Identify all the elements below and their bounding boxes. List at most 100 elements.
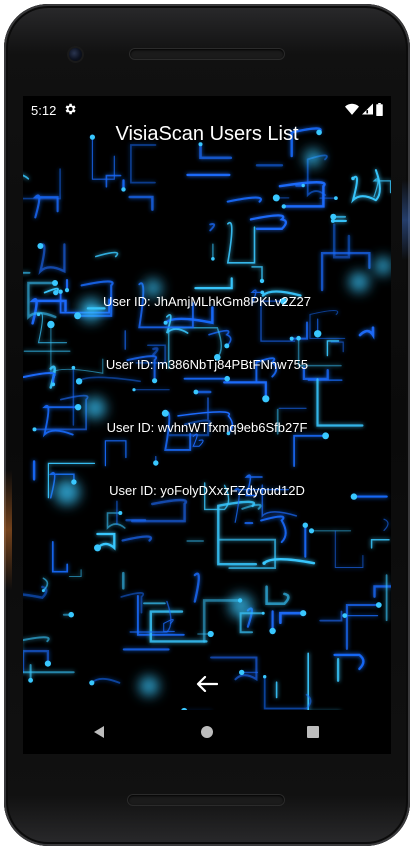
- circuit-trace: [23, 585, 48, 600]
- circuit-node: [163, 320, 168, 325]
- circuit-trace: [23, 371, 56, 386]
- circuit-trace: [263, 675, 312, 710]
- circuit-trace: [330, 341, 344, 353]
- circuit-trace: [104, 440, 127, 467]
- circuit-node: [74, 404, 82, 411]
- battery-icon: [376, 102, 383, 116]
- circuit-node: [314, 330, 322, 338]
- circuit-trace: [199, 142, 233, 160]
- circuit-glow: [84, 397, 106, 419]
- recents-square-icon: [307, 726, 319, 738]
- circuit-trace: [226, 221, 256, 264]
- circuit-node: [37, 243, 44, 249]
- circuit-trace: [165, 313, 189, 334]
- circuit-trace: [121, 535, 152, 542]
- circuit-node: [300, 610, 307, 617]
- circuit-trace: [90, 677, 121, 684]
- front-camera: [69, 48, 82, 61]
- nav-home-button[interactable]: [197, 722, 217, 742]
- circuit-node: [224, 375, 230, 382]
- circuit-trace: [326, 340, 340, 357]
- circuit-node: [207, 630, 214, 638]
- circuit-node: [36, 312, 41, 317]
- circuit-node: [302, 522, 308, 528]
- top-speaker: [130, 49, 284, 59]
- circuit-node: [262, 395, 270, 403]
- circuit-node: [47, 320, 55, 329]
- circuit-node: [351, 176, 355, 181]
- user-id-item[interactable]: User ID: JhAmjMLhkGm8PKLv2Z27: [23, 294, 391, 309]
- circuit-trace: [279, 611, 305, 624]
- user-id-item[interactable]: User ID: m386NbTj84PBtFNnw755: [23, 357, 391, 372]
- circuit-node: [193, 389, 199, 395]
- circuit-node: [44, 660, 51, 667]
- circuit-trace: [194, 277, 233, 290]
- circuit-node: [239, 669, 245, 676]
- circuit-trace: [226, 196, 262, 203]
- circuit-trace: [209, 223, 216, 232]
- circuit-trace: [78, 376, 141, 383]
- back-button[interactable]: [193, 672, 221, 696]
- circuit-node: [153, 460, 159, 466]
- user-id-item[interactable]: User ID: yoFolyDXxzFZdyoud12D: [23, 483, 391, 498]
- circuit-glow: [374, 257, 391, 275]
- circuit-trace: [265, 585, 290, 605]
- circuit-node: [28, 677, 33, 683]
- circuit-trace: [68, 569, 82, 578]
- circuit-node: [296, 335, 301, 341]
- circuit-node: [375, 602, 382, 608]
- circuit-node: [269, 627, 276, 635]
- circuit-node: [263, 675, 267, 679]
- nav-recents-button[interactable]: [303, 722, 323, 742]
- circuit-trace: [149, 610, 208, 643]
- bottom-speaker: [128, 795, 284, 805]
- circuit-trace: [23, 168, 61, 200]
- circuit-node: [281, 204, 286, 209]
- circuit-node: [52, 280, 58, 286]
- circuit-node: [94, 544, 101, 552]
- nav-back-button[interactable]: [89, 722, 109, 742]
- page-title: VisiaScan Users List: [115, 123, 299, 145]
- circuit-trace: [293, 434, 327, 467]
- system-navigation-bar: [23, 710, 391, 754]
- circuit-trace: [319, 610, 343, 622]
- circuit-trace: [345, 603, 380, 650]
- circuit-node: [89, 680, 95, 686]
- circuit-trace: [373, 585, 391, 598]
- circuit-trace: [130, 144, 157, 184]
- circuit-node: [51, 382, 56, 387]
- circuit-trace: [38, 243, 66, 275]
- circuit-trace: [260, 515, 287, 544]
- circuit-node: [334, 196, 338, 200]
- circuit-trace: [23, 174, 30, 180]
- circuit-wallpaper: [23, 127, 391, 710]
- circuit-trace: [120, 592, 145, 614]
- circuit-node: [161, 409, 169, 417]
- circuit-glow: [349, 272, 369, 292]
- status-bar: 5:12: [23, 96, 391, 124]
- back-triangle-icon: [94, 726, 104, 738]
- circuit-trace: [193, 572, 200, 603]
- circuit-node: [132, 388, 136, 392]
- circuit-node: [121, 187, 126, 192]
- circuit-trace: [383, 518, 389, 531]
- circuit-trace: [372, 178, 391, 198]
- circuit-node: [211, 257, 215, 261]
- circuit-node: [75, 378, 83, 385]
- circuit-node: [330, 213, 337, 220]
- circuit-trace: [251, 266, 263, 282]
- circuit-trace: [223, 381, 267, 400]
- circuit-node: [261, 611, 265, 615]
- circuit-trace: [136, 595, 185, 636]
- phone-edge-reflection: [4, 470, 12, 590]
- circuit-node: [64, 288, 70, 293]
- circuit-trace: [307, 652, 309, 710]
- user-id-item[interactable]: User ID: wvhnWTfxmq9eb6Sfb27F: [23, 420, 391, 435]
- circuit-trace: [128, 195, 154, 211]
- cell-signal-icon: [362, 103, 373, 115]
- circuit-trace: [334, 530, 364, 568]
- circuit-glow: [139, 676, 159, 696]
- circuit-node: [272, 194, 280, 202]
- circuit-node: [237, 598, 243, 603]
- circuit-trace: [262, 557, 316, 565]
